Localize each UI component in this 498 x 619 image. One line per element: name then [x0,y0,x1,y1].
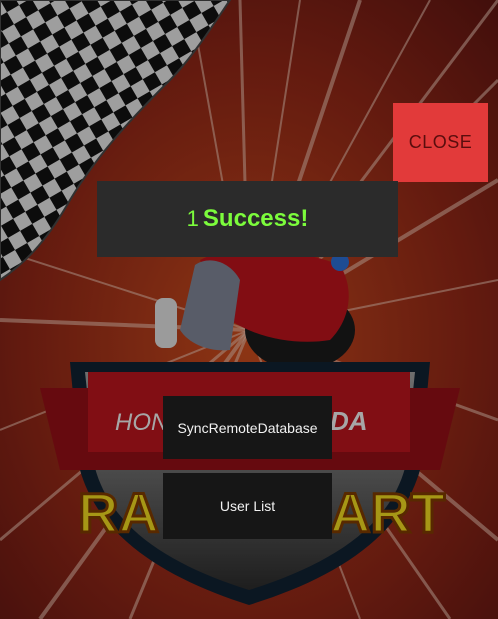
close-button[interactable]: CLOSE [393,103,488,182]
sync-remote-database-button[interactable]: SyncRemoteDatabase [163,396,332,459]
toast-count: 1 [186,206,199,231]
user-list-button[interactable]: User List [163,473,332,539]
success-toast: 1 Success! [97,181,398,257]
toast-message: Success! [202,205,309,232]
